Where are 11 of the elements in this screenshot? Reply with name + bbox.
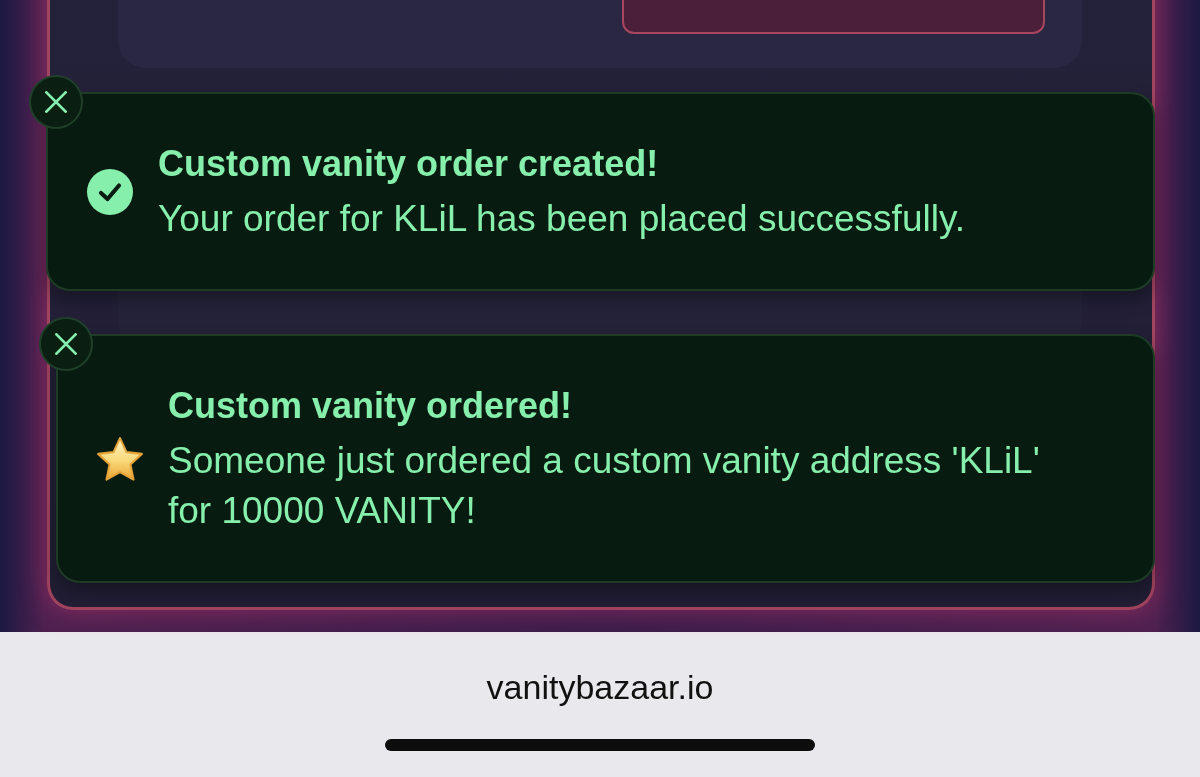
toast-message: Someone just ordered a custom vanity address 'KLiL' for 10000 VANITY! <box>168 439 1041 533</box>
address-text[interactable]: vanitybazaar.io <box>486 668 714 706</box>
star-icon <box>97 435 143 482</box>
close-icon <box>45 91 67 113</box>
close-icon <box>55 333 77 355</box>
toast-message: Your order for KLiL has been placed successfully. <box>158 197 965 241</box>
close-button[interactable] <box>39 317 93 371</box>
close-button[interactable] <box>29 75 83 129</box>
toast-title: Custom vanity ordered! <box>168 384 574 428</box>
check-circle-icon <box>87 168 133 215</box>
toast-title: Custom vanity order created! <box>158 142 660 186</box>
